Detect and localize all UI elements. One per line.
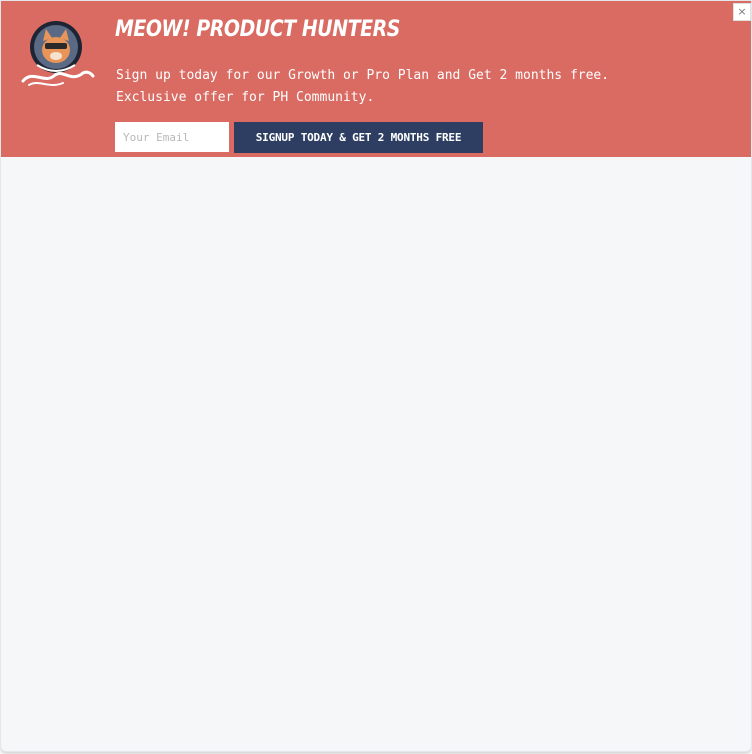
signup-button[interactable]: SIGNUP TODAY & GET 2 MONTHS FREE	[234, 122, 483, 153]
popup-window: MEOW! PRODUCT HUNTERS Sign up today for …	[0, 0, 752, 752]
content-area	[1, 157, 751, 751]
banner-subtext-line-2: Exclusive offer for PH Community.	[116, 90, 375, 105]
promo-banner: MEOW! PRODUCT HUNTERS Sign up today for …	[1, 1, 751, 157]
banner-subtext-line-1: Sign up today for our Growth or Pro Plan…	[116, 68, 610, 83]
banner-subtext: Sign up today for our Growth or Pro Plan…	[116, 65, 736, 109]
email-input[interactable]	[115, 122, 229, 152]
close-button[interactable]: ×	[733, 3, 751, 21]
banner-headline: MEOW! PRODUCT HUNTERS	[115, 17, 400, 42]
cat-astronaut-logo-icon	[21, 21, 95, 86]
